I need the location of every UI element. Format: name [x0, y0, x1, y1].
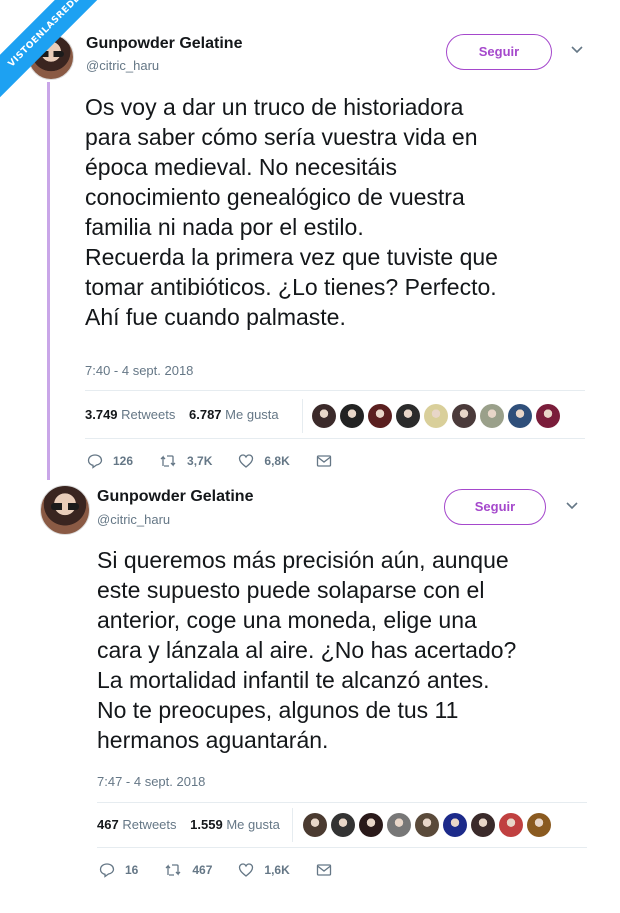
liker-avatar[interactable]	[536, 404, 560, 428]
liker-avatar[interactable]	[443, 813, 467, 837]
liker-avatar[interactable]	[387, 813, 411, 837]
divider	[97, 802, 587, 803]
reply-button[interactable]: 16	[99, 862, 138, 878]
action-bar: 126 3,7K 6,8K	[87, 453, 368, 469]
reply-button[interactable]: 126	[87, 453, 133, 469]
liker-avatar[interactable]	[415, 813, 439, 837]
likes-stat[interactable]: 6.787 Me gusta	[189, 407, 279, 422]
display-name[interactable]: Gunpowder Gelatine	[86, 35, 242, 53]
reply-icon	[87, 454, 103, 469]
divider	[292, 808, 293, 842]
divider	[97, 847, 587, 848]
engagement-stats: 467 Retweets 1.559 Me gusta	[97, 817, 290, 832]
liker-avatar[interactable]	[508, 404, 532, 428]
retweets-stat[interactable]: 3.749 Retweets	[85, 407, 175, 422]
divider	[302, 399, 303, 433]
liker-avatar[interactable]	[340, 404, 364, 428]
heart-icon	[239, 863, 254, 877]
liker-avatar[interactable]	[331, 813, 355, 837]
chevron-down-icon[interactable]	[570, 42, 584, 60]
thread-connector-line	[47, 82, 50, 480]
tweet-text: Si queremos más precisión aún, aunque es…	[97, 547, 517, 753]
heart-icon	[239, 454, 254, 468]
likes-stat[interactable]: 1.559 Me gusta	[190, 817, 280, 832]
user-handle[interactable]: @citric_haru	[97, 512, 170, 527]
message-button[interactable]	[316, 863, 342, 877]
liker-avatar[interactable]	[471, 813, 495, 837]
user-handle[interactable]: @citric_haru	[86, 58, 159, 73]
retweet-icon	[165, 864, 181, 876]
retweet-button[interactable]: 3,7K	[159, 453, 212, 469]
retweet-icon	[160, 455, 176, 467]
display-name[interactable]: Gunpowder Gelatine	[97, 488, 253, 506]
liker-avatar[interactable]	[499, 813, 523, 837]
liker-avatar[interactable]	[368, 404, 392, 428]
action-bar: 16 467 1,6K	[99, 862, 368, 878]
liker-avatars	[303, 813, 551, 837]
divider	[85, 390, 585, 391]
liker-avatars	[312, 404, 560, 428]
liker-avatar[interactable]	[480, 404, 504, 428]
follow-button[interactable]: Seguir	[444, 489, 546, 525]
liker-avatar[interactable]	[424, 404, 448, 428]
like-button[interactable]: 6,8K	[238, 453, 290, 469]
follow-button[interactable]: Seguir	[446, 34, 552, 70]
retweet-button[interactable]: 467	[164, 862, 212, 878]
liker-avatar[interactable]	[527, 813, 551, 837]
liker-avatar[interactable]	[303, 813, 327, 837]
avatar[interactable]	[40, 485, 90, 535]
tweet-text: Os voy a dar un truco de historiadora pa…	[85, 94, 498, 330]
liker-avatar[interactable]	[359, 813, 383, 837]
envelope-icon	[316, 864, 331, 876]
message-button[interactable]	[316, 454, 342, 468]
chevron-down-icon[interactable]	[565, 498, 579, 516]
reply-icon	[99, 863, 115, 878]
liker-avatar[interactable]	[452, 404, 476, 428]
divider	[85, 438, 585, 439]
liker-avatar[interactable]	[396, 404, 420, 428]
like-button[interactable]: 1,6K	[238, 862, 290, 878]
retweets-stat[interactable]: 467 Retweets	[97, 817, 177, 832]
timestamp[interactable]: 7:47 - 4 sept. 2018	[97, 774, 205, 789]
envelope-icon	[316, 455, 331, 467]
engagement-stats: 3.749 Retweets 6.787 Me gusta	[85, 407, 289, 422]
liker-avatar[interactable]	[312, 404, 336, 428]
timestamp[interactable]: 7:40 - 4 sept. 2018	[85, 363, 193, 378]
